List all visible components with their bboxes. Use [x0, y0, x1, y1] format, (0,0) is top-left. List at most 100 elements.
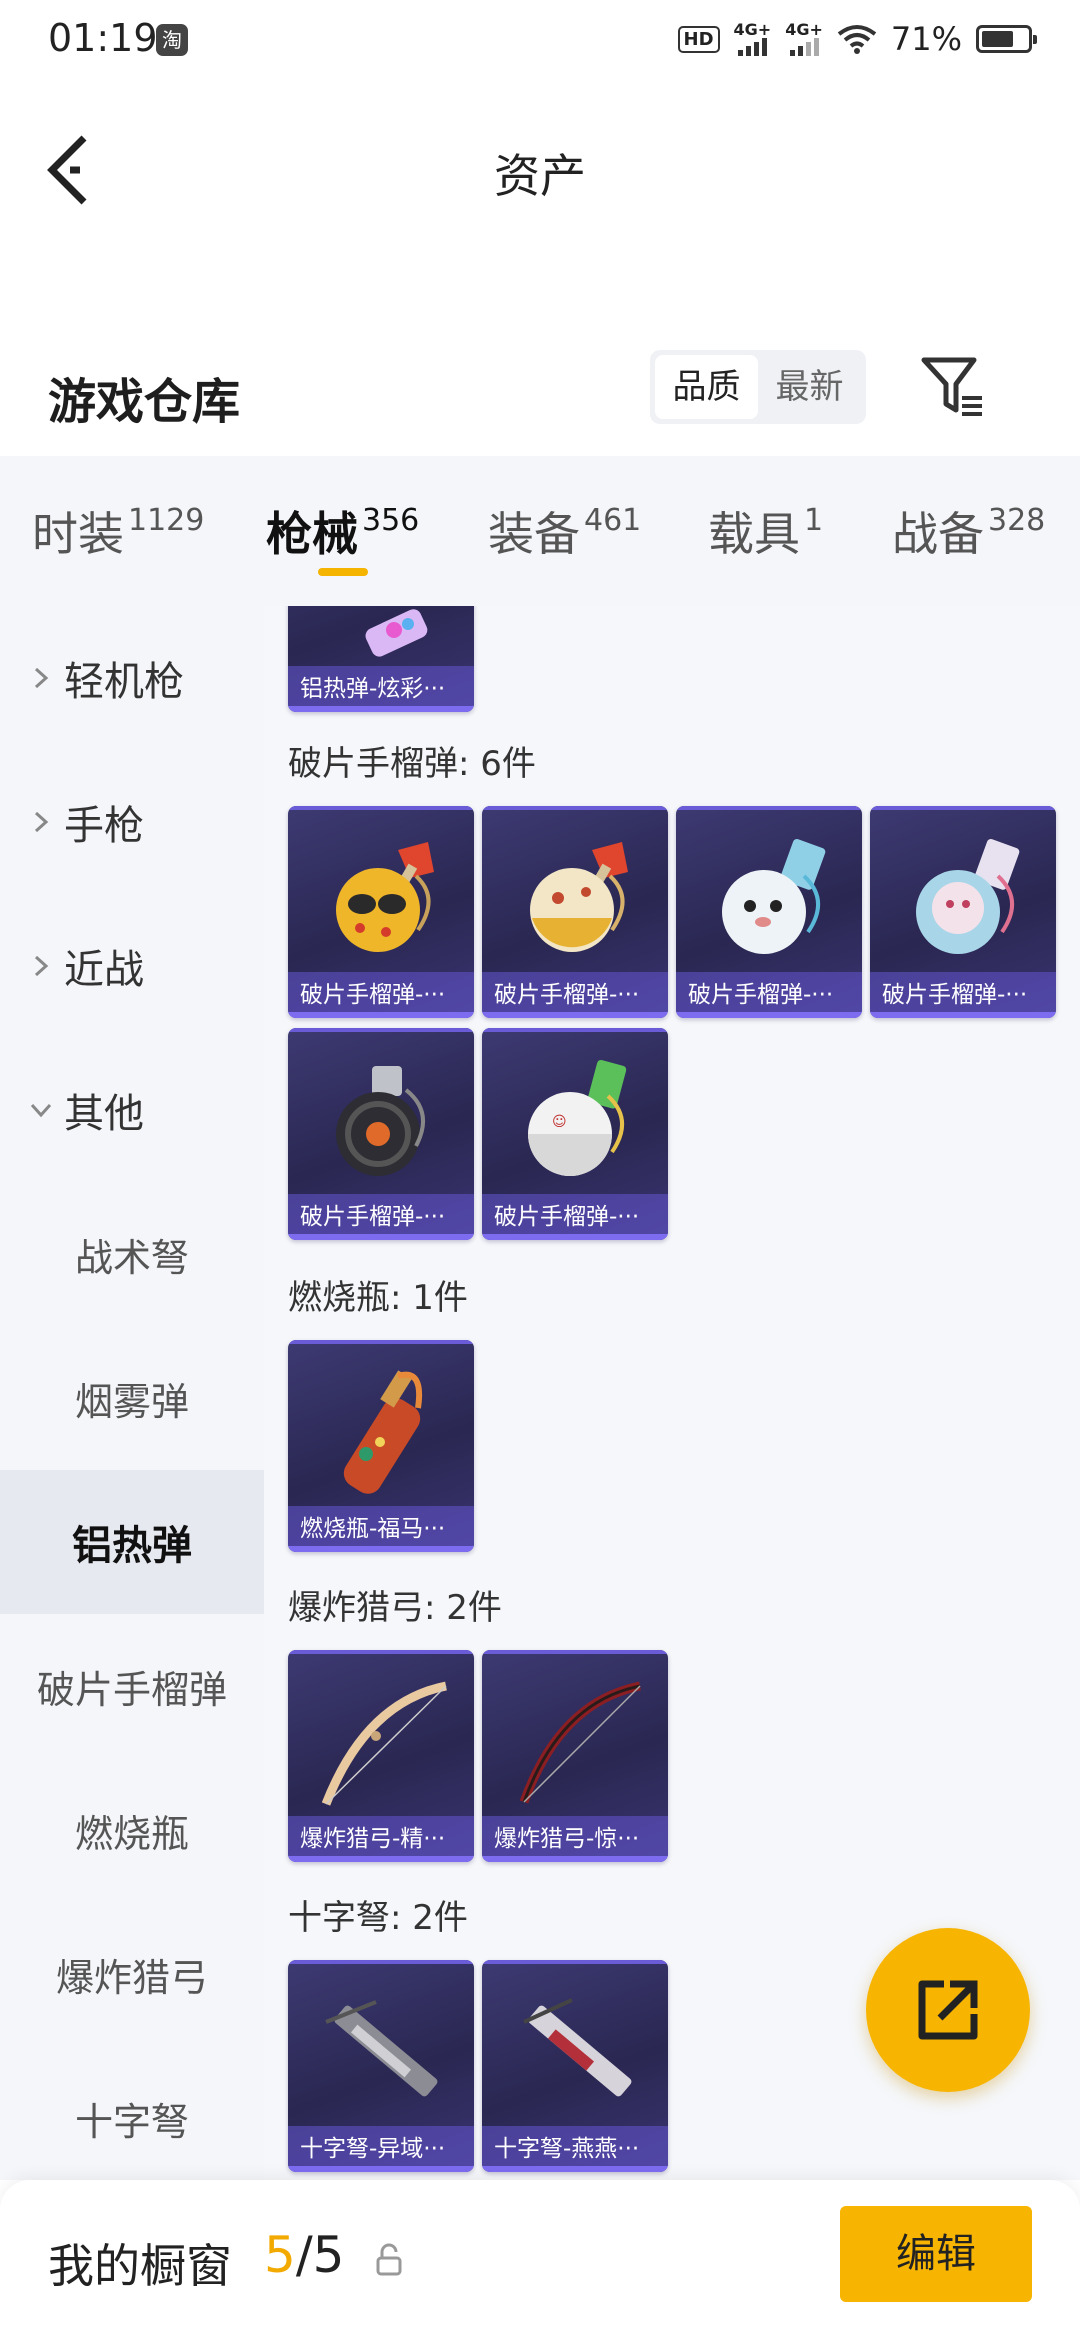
tab-label: 战备 — [892, 507, 984, 561]
sidebar-item-pistol[interactable]: 手枪 — [0, 750, 264, 894]
page-title: 资产 — [494, 149, 586, 203]
title-bar: 资产 — [0, 100, 1080, 230]
showcase-total: 5 — [312, 2226, 345, 2284]
sidebar-item-frag-grenade[interactable]: 破片手榴弹 — [0, 1614, 264, 1758]
grenade-skin-image — [336, 1066, 425, 1176]
sort-newest-option[interactable]: 最新 — [758, 355, 861, 419]
tab-count: 1 — [804, 503, 824, 538]
share-export-icon — [918, 1980, 978, 2040]
item-card-label: 破片手榴弹-··· — [870, 972, 1056, 1018]
active-tab-indicator — [318, 568, 368, 576]
bow-skin-image — [519, 1681, 641, 1804]
svg-text:☺: ☺ — [552, 1114, 567, 1130]
showcase-count: 5/5 — [264, 2226, 344, 2284]
item-card[interactable]: 破片手榴弹-··· — [288, 806, 474, 1018]
sidebar-item-thermite[interactable]: 铝热弹 — [0, 1470, 264, 1614]
status-bar: 01:19 淘 HD 4G+ 4G+ 71% — [0, 0, 1080, 84]
grenade-skin-image — [916, 838, 1020, 954]
group-title: 爆炸猎弓: 2件 — [288, 1588, 502, 1628]
category-tabs: 时装 1129 枪械 356 装备 461 载具 1 战备 328 — [0, 456, 1080, 606]
tab-label: 载具 — [708, 507, 800, 561]
net-type-1: 4G+ — [733, 20, 772, 39]
item-card-label: 破片手榴弹-··· — [676, 972, 862, 1018]
item-card[interactable]: 燃烧瓶-福马··· — [288, 1340, 474, 1552]
tab-fashion[interactable]: 时装 1129 — [32, 498, 204, 564]
tab-count: 356 — [362, 503, 420, 538]
item-card-label: 十字弩-异域··· — [288, 2126, 474, 2172]
sidebar-item-light-mg[interactable]: 轻机枪 — [0, 606, 264, 750]
group-title: 十字弩: 2件 — [288, 1898, 468, 1938]
item-card[interactable]: 爆炸猎弓-精··· — [288, 1650, 474, 1862]
showcase-label: 我的橱窗 — [48, 2239, 232, 2293]
item-card-label: 破片手榴弹-··· — [482, 972, 668, 1018]
sidebar-item-label: 轻机枪 — [64, 659, 184, 705]
sidebar-item-label: 其他 — [64, 1091, 144, 1137]
group-title: 燃烧瓶: 1件 — [288, 1278, 468, 1318]
sort-quality-option[interactable]: 品质 — [655, 355, 758, 419]
chevron-down-icon — [30, 1103, 52, 1118]
grenade-skin-image: ☺ — [528, 1060, 627, 1176]
item-card[interactable]: 爆炸猎弓-惊··· — [482, 1650, 668, 1862]
sidebar-item-crossbow[interactable]: 十字弩 — [0, 2046, 264, 2180]
showcase-current: 5 — [264, 2226, 296, 2284]
item-card-label: 破片手榴弹-··· — [482, 1194, 668, 1240]
wifi-icon — [837, 25, 877, 54]
item-card-label: 铝热弹-炫彩··· — [288, 666, 474, 712]
signal-1-icon: 4G+ — [733, 20, 772, 56]
tab-label: 时装 — [32, 507, 124, 561]
signal-2-icon: 4G+ — [785, 22, 823, 56]
edit-button[interactable]: 编辑 — [840, 2206, 1032, 2302]
item-card[interactable]: ☺ 破片手榴弹-··· — [482, 1028, 668, 1240]
crossbow-skin-image — [325, 2000, 438, 2097]
tab-label: 枪械 — [266, 507, 358, 561]
molotov-skin-image — [343, 1370, 422, 1494]
item-card-label: 爆炸猎弓-精··· — [288, 1816, 474, 1862]
status-time: 01:19 — [48, 16, 158, 60]
status-right: HD 4G+ 4G+ 71% — [677, 20, 1037, 58]
grenade-skin-image — [336, 842, 434, 952]
item-card[interactable]: 破片手榴弹-··· — [676, 806, 862, 1018]
sort-toggle: 品质 最新 — [650, 350, 866, 424]
sidebar-item-melee[interactable]: 近战 — [0, 894, 264, 1038]
sidebar-item-explosive-bow[interactable]: 爆炸猎弓 — [0, 1902, 264, 2046]
hd-voice-icon: HD — [677, 25, 720, 53]
item-card[interactable]: 十字弩-燕燕··· — [482, 1960, 668, 2172]
bow-skin-image — [321, 1681, 447, 1806]
tab-gear[interactable]: 战备 328 — [892, 498, 1045, 564]
item-card[interactable]: 破片手榴弹-··· — [288, 1028, 474, 1240]
item-card[interactable]: 破片手榴弹-··· — [870, 806, 1056, 1018]
showcase-separator: / — [295, 2226, 313, 2284]
sidebar: 轻机枪 手枪 近战 其他 战术弩 烟雾弹 铝热弹 破片手榴弹 燃烧瓶 爆炸猎弓 … — [0, 606, 264, 2180]
tab-count: 1129 — [128, 503, 205, 538]
chevron-right-icon — [34, 955, 49, 977]
tab-label: 装备 — [488, 507, 580, 561]
tab-vehicles[interactable]: 载具 1 — [708, 498, 823, 564]
item-card[interactable]: 破片手榴弹-··· — [482, 806, 668, 1018]
thermite-skin-image — [365, 609, 428, 657]
item-card[interactable]: 十字弩-异域··· — [288, 1960, 474, 2172]
sidebar-item-tactical-crossbow[interactable]: 战术弩 — [0, 1182, 264, 1326]
chevron-right-icon — [34, 811, 49, 833]
chevron-right-icon — [34, 667, 49, 689]
sidebar-item-other[interactable]: 其他 — [0, 1038, 264, 1182]
crossbow-skin-image — [523, 1998, 632, 2097]
battery-percent: 71% — [890, 20, 962, 58]
sidebar-item-label: 手枪 — [64, 803, 144, 849]
item-card[interactable]: 铝热弹-炫彩··· — [288, 606, 474, 712]
group-title: 破片手榴弹: 6件 — [288, 744, 536, 784]
lock-icon — [376, 2243, 402, 2276]
grenade-skin-image — [530, 842, 628, 952]
tab-equipment[interactable]: 装备 461 — [488, 498, 641, 564]
tab-guns[interactable]: 枪械 356 — [266, 498, 419, 564]
share-fab-button[interactable] — [866, 1928, 1030, 2092]
tab-count: 328 — [988, 503, 1046, 538]
showcase-bar: 我的橱窗 5/5 编辑 — [0, 2180, 1080, 2340]
item-card-label: 破片手榴弹-··· — [288, 972, 474, 1018]
sidebar-item-smoke[interactable]: 烟雾弹 — [0, 1326, 264, 1470]
sidebar-item-molotov[interactable]: 燃烧瓶 — [0, 1758, 264, 1902]
sidebar-item-label: 近战 — [64, 947, 144, 993]
taobao-notification-icon: 淘 — [156, 24, 188, 56]
net-type-2: 4G+ — [785, 20, 823, 39]
filter-icon[interactable] — [918, 352, 988, 422]
item-card-label: 爆炸猎弓-惊··· — [482, 1816, 668, 1862]
